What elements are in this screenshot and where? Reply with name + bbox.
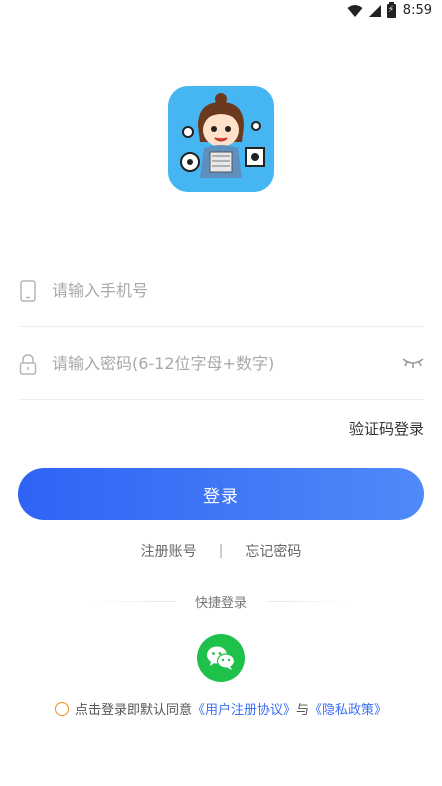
- wechat-icon: [207, 646, 236, 670]
- eye-closed-icon[interactable]: [402, 354, 424, 373]
- app-logo: [168, 86, 274, 192]
- phone-icon: [16, 279, 40, 303]
- links-separator: |: [218, 543, 224, 559]
- quick-login-title: 快捷登录: [194, 596, 247, 611]
- status-bar: ⚡ 8:59: [0, 0, 442, 24]
- account-links: 注册账号 | 忘记密码: [0, 541, 442, 561]
- agreement-row: 点击登录即默认同意 《用户注册协议》 与 《隐私政策》: [0, 699, 442, 718]
- phone-field: [18, 255, 424, 327]
- status-icons: ⚡ 8:59: [347, 1, 432, 18]
- signal-icon: [368, 4, 381, 17]
- agreement-and: 与: [296, 703, 310, 718]
- status-time: 8:59: [402, 3, 432, 18]
- divider-line-left: [88, 601, 175, 602]
- agreement-checkbox[interactable]: [54, 701, 69, 716]
- password-input[interactable]: [52, 354, 382, 373]
- quick-login-divider: 快捷登录: [0, 592, 442, 611]
- user-agreement-link[interactable]: 《用户注册协议》: [192, 699, 296, 718]
- phone-input[interactable]: [52, 281, 382, 300]
- wifi-icon: [347, 4, 363, 17]
- agreement-prefix: 点击登录即默认同意: [74, 703, 192, 718]
- register-link[interactable]: 注册账号: [141, 541, 197, 561]
- login-button[interactable]: 登录: [18, 468, 424, 520]
- code-login-link[interactable]: 验证码登录: [349, 418, 424, 439]
- privacy-policy-link[interactable]: 《隐私政策》: [309, 699, 387, 718]
- password-field: [18, 328, 424, 400]
- battery-icon: ⚡: [386, 1, 396, 18]
- lock-icon: [16, 352, 40, 376]
- divider-line-right: [267, 601, 353, 602]
- forgot-password-link[interactable]: 忘记密码: [245, 541, 301, 561]
- app-logo-illustration: [180, 93, 265, 178]
- wechat-login-button[interactable]: [197, 634, 245, 682]
